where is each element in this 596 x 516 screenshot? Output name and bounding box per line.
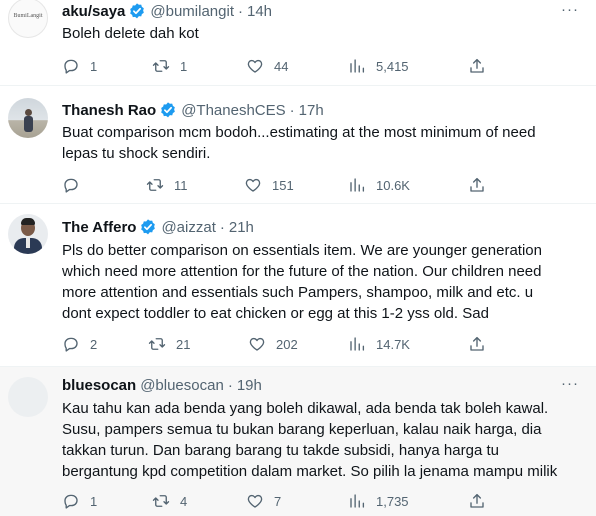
retweet-count: 1: [180, 58, 188, 74]
tweet-item[interactable]: BumiLangit aku/saya @bumilangit · 14h ··…: [0, 0, 596, 86]
timestamp[interactable]: 19h: [237, 377, 262, 394]
reply-button[interactable]: 1: [62, 491, 97, 511]
tweet-actions: 1 1 44 5,415: [62, 56, 492, 76]
tweet-header: Thanesh Rao @ThaneshCES · 17h: [62, 100, 324, 120]
tweet-text: Boleh delete dah kot: [62, 25, 199, 42]
retweet-count: 4: [180, 493, 188, 509]
views-icon: [348, 57, 366, 75]
like-button[interactable]: 151: [244, 175, 294, 195]
separator-dot: ·: [238, 2, 243, 20]
avatar[interactable]: BumiLangit: [8, 0, 48, 38]
like-button[interactable]: 202: [248, 334, 298, 354]
reply-icon: [62, 176, 80, 194]
like-icon: [244, 176, 262, 194]
author-name[interactable]: The Affero: [62, 219, 136, 236]
views-button[interactable]: 1,735: [348, 491, 409, 511]
retweet-button[interactable]: 4: [152, 491, 187, 511]
share-icon: [468, 492, 486, 510]
author-handle[interactable]: @bumilangit: [150, 3, 234, 20]
share-button[interactable]: [468, 56, 496, 76]
tweet-header: The Affero @aizzat · 21h: [62, 217, 254, 237]
timestamp[interactable]: 17h: [299, 102, 324, 119]
like-button[interactable]: 44: [246, 56, 288, 76]
tweet-header: aku/saya @bumilangit · 14h: [62, 1, 272, 21]
reply-count: 1: [90, 493, 98, 509]
author-name[interactable]: Thanesh Rao: [62, 102, 156, 119]
tweet-text: Pls do better comparison on essentials i…: [62, 242, 542, 322]
views-button[interactable]: 10.6K: [348, 175, 410, 195]
views-count: 1,735: [376, 493, 409, 509]
views-count: 5,415: [376, 58, 409, 74]
retweet-count: 11: [174, 177, 188, 193]
retweet-icon: [148, 335, 166, 353]
verified-icon: [139, 218, 157, 236]
retweet-count: 21: [176, 336, 191, 352]
tweet-actions: 2 21 202 14.7K: [62, 334, 492, 354]
views-button[interactable]: 5,415: [348, 56, 409, 76]
views-icon: [348, 335, 366, 353]
reply-button[interactable]: 1: [62, 56, 97, 76]
tweet-item[interactable]: Thanesh Rao @ThaneshCES · 17h Buat compa…: [0, 86, 596, 204]
more-icon[interactable]: ···: [560, 376, 580, 397]
reply-count: 2: [90, 336, 98, 352]
views-count: 10.6K: [376, 177, 410, 193]
reply-icon: [62, 335, 80, 353]
verified-icon: [159, 101, 177, 119]
retweet-icon: [152, 57, 170, 75]
verified-icon: [128, 2, 146, 20]
avatar[interactable]: [8, 98, 48, 138]
avatar-logo-text: BumiLangit: [13, 13, 43, 19]
like-count: 151: [272, 177, 294, 193]
author-handle[interactable]: @bluesocan: [140, 377, 224, 394]
tweet-header: bluesocan @bluesocan · 19h: [62, 375, 262, 395]
separator-dot: ·: [219, 218, 225, 236]
reply-icon: [62, 492, 80, 510]
tweet-text: Buat comparison mcm bodoh...estimating a…: [62, 124, 536, 162]
like-count: 7: [274, 493, 282, 509]
views-icon: [348, 492, 366, 510]
avatar[interactable]: [8, 214, 48, 254]
separator-dot: ·: [227, 376, 233, 394]
avatar[interactable]: [8, 377, 48, 417]
share-icon: [468, 57, 486, 75]
timestamp[interactable]: 21h: [229, 219, 254, 236]
views-button[interactable]: 14.7K: [348, 334, 410, 354]
share-button[interactable]: [468, 334, 496, 354]
retweet-icon: [152, 492, 170, 510]
more-icon[interactable]: ···: [560, 2, 580, 23]
tweet-actions: 11 151 10.6K: [62, 175, 492, 195]
share-button[interactable]: [468, 175, 496, 195]
like-icon: [248, 335, 266, 353]
share-icon: [468, 335, 486, 353]
like-icon: [246, 57, 264, 75]
reply-button[interactable]: 2: [62, 334, 97, 354]
tweet-item[interactable]: The Affero @aizzat · 21h Pls do better c…: [0, 204, 596, 367]
retweet-button[interactable]: 1: [152, 56, 187, 76]
like-button[interactable]: 7: [246, 491, 281, 511]
like-count: 202: [276, 336, 298, 352]
share-icon: [468, 176, 486, 194]
retweet-icon: [146, 176, 164, 194]
views-count: 14.7K: [376, 336, 410, 352]
tweet-item[interactable]: bluesocan @bluesocan · 19h ··· Kau tahu …: [0, 367, 596, 516]
reply-count: 1: [90, 58, 98, 74]
timestamp[interactable]: 14h: [247, 3, 272, 20]
views-icon: [348, 176, 366, 194]
tweet-text: Kau tahu kan ada benda yang boleh dikawa…: [62, 400, 558, 480]
author-handle[interactable]: @aizzat: [161, 219, 215, 236]
separator-dot: ·: [289, 101, 295, 119]
reply-icon: [62, 57, 80, 75]
tweet-actions: 1 4 7 1,735: [62, 491, 492, 511]
author-handle[interactable]: @ThaneshCES: [181, 102, 285, 119]
tweet-feed: BumiLangit aku/saya @bumilangit · 14h ··…: [0, 0, 596, 516]
retweet-button[interactable]: 21: [148, 334, 190, 354]
author-name[interactable]: bluesocan: [62, 377, 136, 394]
author-name[interactable]: aku/saya: [62, 3, 125, 20]
like-icon: [246, 492, 264, 510]
like-count: 44: [274, 58, 289, 74]
share-button[interactable]: [468, 491, 496, 511]
retweet-button[interactable]: 11: [146, 175, 188, 195]
reply-button[interactable]: [62, 175, 90, 195]
